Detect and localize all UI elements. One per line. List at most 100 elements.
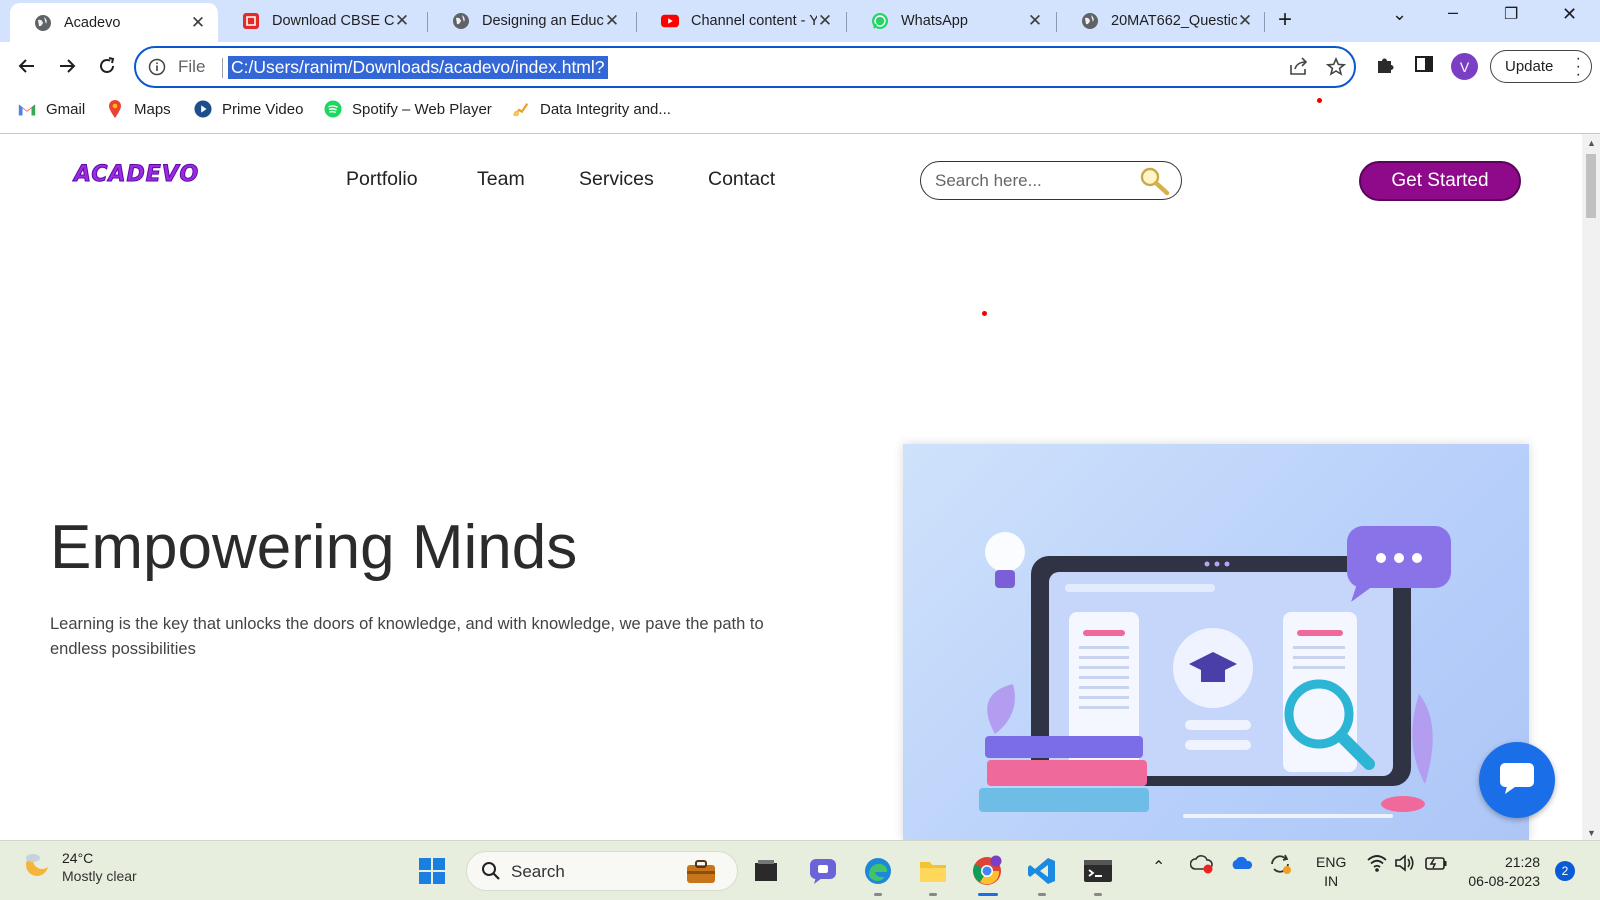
globe-icon: [452, 12, 470, 30]
scrollbar-thumb[interactable]: [1586, 154, 1596, 218]
close-tab-icon[interactable]: ✕: [1027, 11, 1043, 31]
running-indicator: [929, 893, 937, 896]
close-tab-icon[interactable]: ✕: [190, 13, 206, 33]
close-window-icon[interactable]: ✕: [1562, 4, 1577, 25]
cbse-icon: [242, 12, 260, 30]
battery-icon[interactable]: [1424, 853, 1448, 878]
url-text[interactable]: C:/Users/ranim/Downloads/acadevo/index.h…: [228, 56, 608, 79]
hero-title: Empowering Minds: [50, 513, 578, 582]
cloud-sync-error-icon[interactable]: [1189, 853, 1214, 880]
file-viewer-app-icon[interactable]: [746, 851, 786, 891]
magnifier-icon[interactable]: [1137, 165, 1171, 202]
scroll-up-arrow-icon[interactable]: ▲: [1587, 138, 1596, 148]
edge-browser-icon[interactable]: [858, 851, 898, 891]
address-divider: [222, 58, 223, 78]
file-explorer-icon[interactable]: [913, 851, 953, 891]
tab-title: Download CBSE Cla: [272, 13, 394, 29]
page-scrollbar[interactable]: ▲ ▼: [1582, 134, 1600, 840]
bookmark-gmail[interactable]: Gmail: [18, 100, 85, 118]
site-search: [920, 161, 1182, 200]
scroll-down-arrow-icon[interactable]: ▼: [1587, 828, 1596, 838]
show-hidden-icons-chevron[interactable]: ⌃: [1152, 857, 1165, 877]
extensions-icon[interactable]: [1374, 54, 1396, 81]
onedrive-icon[interactable]: [1230, 853, 1254, 876]
lang-code: ENG: [1316, 854, 1347, 870]
bookmark-spotify[interactable]: Spotify – Web Player: [324, 100, 492, 118]
running-indicator: [1038, 893, 1046, 896]
system-clock[interactable]: 21:28 06-08-2023: [1466, 853, 1540, 891]
bookmark-maps[interactable]: Maps: [106, 100, 171, 118]
clock-date: 06-08-2023: [1468, 873, 1540, 889]
nav-team[interactable]: Team: [477, 168, 525, 191]
bookmark-label: Maps: [134, 100, 171, 118]
address-bar[interactable]: File C:/Users/ranim/Downloads/acadevo/in…: [134, 46, 1356, 88]
search-icon: [481, 861, 501, 886]
tab-cbse[interactable]: Download CBSE Cla ✕: [218, 0, 422, 42]
site-logo[interactable]: ACADEVO: [73, 162, 199, 188]
file-scheme-label: File: [178, 57, 206, 76]
spotify-icon: [324, 100, 342, 118]
get-started-button[interactable]: Get Started: [1359, 161, 1521, 201]
tab-designing[interactable]: Designing an Educa ✕: [428, 0, 632, 42]
tab-acadevo[interactable]: Acadevo ✕: [10, 3, 218, 42]
red-marker: [1317, 98, 1322, 103]
nav-contact[interactable]: Contact: [708, 168, 775, 191]
bookmark-label: Gmail: [46, 100, 86, 118]
hero-illustration: [903, 444, 1529, 840]
youtube-icon: [661, 12, 679, 30]
windows-start-icon[interactable]: [412, 851, 452, 891]
notification-badge[interactable]: 2: [1555, 861, 1575, 881]
restore-icon[interactable]: ❐: [1504, 4, 1518, 24]
volume-icon[interactable]: [1394, 853, 1416, 878]
tab-title: Acadevo: [64, 14, 121, 31]
close-tab-icon[interactable]: ✕: [604, 11, 620, 31]
bookmark-star-icon[interactable]: [1325, 57, 1347, 82]
reload-icon[interactable]: [93, 52, 121, 80]
tab-divider: [1264, 12, 1265, 32]
sync-icon[interactable]: [1268, 853, 1292, 880]
back-icon[interactable]: [13, 52, 41, 80]
browser-toolbar: File C:/Users/ranim/Downloads/acadevo/in…: [0, 42, 1600, 90]
tab-youtube[interactable]: Channel content - Y ✕: [637, 0, 845, 42]
input-language[interactable]: ENG IN: [1316, 853, 1346, 891]
tab-title: WhatsApp: [901, 13, 968, 29]
share-icon[interactable]: [1288, 57, 1310, 82]
update-button[interactable]: Update · · ·: [1490, 50, 1592, 83]
weather-widget[interactable]: 24°C Mostly clear: [22, 849, 137, 884]
prime-video-icon: [194, 100, 212, 118]
close-tab-icon[interactable]: ✕: [394, 11, 410, 31]
profile-avatar[interactable]: V: [1451, 53, 1478, 80]
site-info-icon[interactable]: [148, 58, 166, 81]
terminal-icon[interactable]: [1078, 851, 1118, 891]
wifi-icon[interactable]: [1366, 853, 1388, 878]
weather-condition: Mostly clear: [62, 867, 137, 884]
taskbar-search[interactable]: Search: [466, 851, 738, 891]
forward-icon[interactable]: [53, 52, 81, 80]
teams-chat-icon[interactable]: [803, 851, 843, 891]
bookmark-prime-video[interactable]: Prime Video: [194, 100, 303, 118]
tab-search-chevron-icon[interactable]: ⌄: [1392, 4, 1407, 25]
running-indicator: [1094, 893, 1102, 896]
chrome-icon[interactable]: [967, 851, 1007, 891]
bookmark-label: Prime Video: [222, 100, 304, 118]
tab-20mat662[interactable]: 20MAT662_Questio ✕: [1057, 0, 1265, 42]
vscode-icon[interactable]: [1022, 851, 1062, 891]
close-tab-icon[interactable]: ✕: [817, 11, 833, 31]
data-integrity-icon: [512, 100, 530, 118]
red-marker: [982, 311, 987, 316]
nav-portfolio[interactable]: Portfolio: [346, 168, 418, 191]
minimize-icon[interactable]: –: [1448, 2, 1458, 23]
gmail-icon: [18, 100, 36, 118]
nav-services[interactable]: Services: [579, 168, 654, 191]
more-menu-icon[interactable]: · · ·: [1576, 51, 1581, 83]
taskbar-search-label: Search: [511, 862, 565, 881]
bookmark-data-integrity[interactable]: Data Integrity and...: [512, 100, 671, 118]
chat-widget-button[interactable]: [1479, 742, 1555, 818]
hero-description: Learning is the key that unlocks the doo…: [50, 615, 764, 658]
close-tab-icon[interactable]: ✕: [1237, 11, 1253, 31]
bookmarks-bar: Gmail Maps Prime Video Spotify – Web Pla…: [0, 90, 1600, 134]
side-panel-icon[interactable]: [1414, 54, 1434, 79]
site-search-input[interactable]: [935, 169, 1125, 193]
new-tab-icon[interactable]: +: [1278, 6, 1292, 34]
tab-whatsapp[interactable]: WhatsApp ✕: [847, 0, 1055, 42]
